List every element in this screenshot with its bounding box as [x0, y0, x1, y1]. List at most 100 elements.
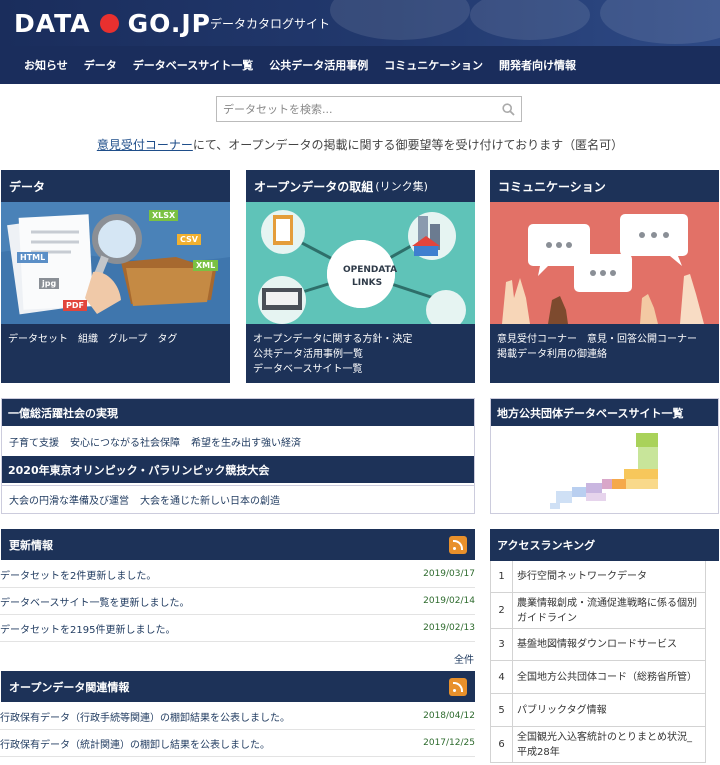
- ranking-number: 3: [491, 629, 513, 660]
- news-row[interactable]: データセットを2195件更新しました。 2019/02/13: [0, 615, 475, 642]
- news-row-text[interactable]: データセットを2195件更新しました。: [0, 621, 175, 636]
- ranking-number: 4: [491, 661, 513, 693]
- news-row-date: 2017/12/25: [423, 738, 475, 748]
- local-db-box: 地方公共団体データベースサイト一覧: [490, 398, 719, 514]
- card-opendata-links: オープンデータに関する方針・決定 公共データ活用事例一覧 データベースサイト一覧: [253, 332, 471, 377]
- nav-item-data[interactable]: データ: [84, 57, 117, 73]
- ranking-label[interactable]: 全国地方公共団体コード（総務省所管）: [513, 661, 705, 693]
- header-cloud: [470, 0, 590, 40]
- badge-csv: CSV: [177, 234, 201, 245]
- ranking-label[interactable]: 歩行空間ネットワークデータ: [513, 561, 705, 592]
- link-strong-economy[interactable]: 希望を生み出す強い経済: [191, 434, 301, 449]
- ranking-label[interactable]: 全国観光入込客統計のとりまとめ状況_平成28年: [513, 727, 705, 762]
- ranking-label[interactable]: パブリックタグ情報: [513, 694, 705, 726]
- nav-item-usecases[interactable]: 公共データ活用事例: [269, 57, 368, 73]
- card-communication-title[interactable]: コミュニケーション: [490, 170, 719, 202]
- link-feedback-answers[interactable]: 意見・回答公開コーナー: [587, 334, 697, 345]
- ranking-row[interactable]: 6 全国観光入込客統計のとりまとめ状況_平成28年: [490, 727, 706, 763]
- card-communication-links: 意見受付コーナー 意見・回答公開コーナー 掲載データ利用の御連絡: [497, 332, 715, 362]
- feedback-notice: 意見受付コーナーにて、オープンデータの掲載に関する御要望等を受け付けております（…: [0, 136, 720, 153]
- updates-all-link[interactable]: 全件: [454, 651, 474, 666]
- ranking-row[interactable]: 3 基盤地図情報ダウンロードサービス: [490, 629, 706, 661]
- badge-jpg: jpg: [39, 278, 60, 289]
- communication-illustration[interactable]: [490, 202, 719, 324]
- link-feedback-corner[interactable]: 意見受付コーナー: [497, 334, 577, 345]
- card-data: データ XLSX CSV XML HTML jpg PDF データセット 組織 グル…: [1, 170, 230, 383]
- ranking-number: 1: [491, 561, 513, 592]
- link-organizations[interactable]: 組織: [78, 334, 98, 345]
- site-logo[interactable]: DATA GO.JP: [14, 8, 211, 38]
- news-row-date: 2019/02/13: [423, 623, 475, 633]
- news-row-text[interactable]: 行政保有データ（統計関連）の棚卸し結果を公表しました。: [0, 736, 270, 751]
- link-opendata-policy[interactable]: オープンデータに関する方針・決定: [253, 332, 471, 347]
- badge-xml: XML: [193, 260, 219, 271]
- logo-text-left: DATA: [14, 8, 91, 38]
- ranking-row[interactable]: 1 歩行空間ネットワークデータ: [490, 561, 706, 593]
- ranking-number: 6: [491, 727, 513, 762]
- ranking-row[interactable]: 4 全国地方公共団体コード（総務省所管）: [490, 661, 706, 694]
- link-childcare[interactable]: 子育て支援: [9, 434, 59, 449]
- card-communication: コミュニケーション 意見受付コーナー 意見・回答公開コーナー 掲載データ利用の御連…: [490, 170, 719, 383]
- japan-map-icon[interactable]: [546, 431, 666, 511]
- card-data-links: データセット 組織 グループ タグ: [8, 332, 226, 347]
- search-input[interactable]: [223, 102, 502, 116]
- news-row-text[interactable]: データセットを2件更新しました。: [0, 567, 156, 582]
- news-row-date: 2018/04/12: [423, 711, 475, 721]
- nav-item-news[interactable]: お知らせ: [24, 57, 68, 73]
- link-social-security[interactable]: 安心につながる社会保障: [70, 434, 180, 449]
- nav-item-communication[interactable]: コミュニケーション: [384, 57, 483, 73]
- link-database-site-list[interactable]: データベースサイト一覧: [253, 362, 471, 377]
- news-row[interactable]: データベースサイト一覧を更新しました。 2019/02/14: [0, 588, 475, 615]
- logo-text-right: GO.JP: [127, 8, 211, 38]
- header-cloud: [600, 0, 720, 44]
- ranking-row[interactable]: 5 パブリックタグ情報: [490, 694, 706, 727]
- site-tagline: データカタログサイト: [210, 17, 331, 31]
- related-title[interactable]: オープンデータ関連情報: [1, 671, 475, 702]
- dataset-search-box: [216, 96, 522, 122]
- ranking-number: 2: [491, 593, 513, 628]
- rss-icon[interactable]: [449, 678, 467, 696]
- link-usecase-list[interactable]: 公共データ活用事例一覧: [253, 347, 471, 362]
- rss-icon[interactable]: [449, 536, 467, 554]
- card-data-title[interactable]: データ: [1, 170, 230, 202]
- news-row[interactable]: 行政保有データ（統計関連）の棚卸し結果を公表しました。 2017/12/25: [0, 730, 475, 757]
- ranking-label[interactable]: 農業情報創成・流通促進戦略に係る個別ガイドライン: [513, 593, 705, 628]
- link-data-usage-contact[interactable]: 掲載データ利用の御連絡: [497, 349, 607, 360]
- link-tags[interactable]: タグ: [157, 334, 177, 345]
- search-icon[interactable]: [502, 102, 515, 116]
- ranking-row[interactable]: 2 農業情報創成・流通促進戦略に係る個別ガイドライン: [490, 593, 706, 629]
- policy-themes-box: 一億総活躍社会の実現 子育て支援 安心につながる社会保障 希望を生み出す強い経済 2…: [1, 398, 475, 486]
- opendata-illustration[interactable]: OPENDATA LINKS: [246, 202, 475, 324]
- feedback-corner-link[interactable]: 意見受付コーナー: [97, 138, 193, 152]
- site-header: DATA GO.JP データカタログサイト: [0, 0, 720, 46]
- data-illustration[interactable]: XLSX CSV XML HTML jpg PDF: [1, 202, 230, 324]
- updates-title[interactable]: 更新情報: [1, 529, 475, 560]
- nav-item-developers[interactable]: 開発者向け情報: [499, 57, 576, 73]
- link-games-preparation[interactable]: 大会の円滑な準備及び運営: [9, 492, 129, 507]
- ranking-number: 5: [491, 694, 513, 726]
- card-opendata-title[interactable]: オープンデータの取組 (リンク集): [246, 170, 475, 202]
- ranking-title[interactable]: アクセスランキング: [490, 529, 719, 561]
- olympics-title[interactable]: 2020年東京オリンピック・パラリンピック競技大会: [2, 456, 474, 483]
- society-title[interactable]: 一億総活躍社会の実現: [2, 399, 474, 426]
- badge-pdf: PDF: [63, 300, 87, 311]
- card-opendata-title-text: オープンデータの取組: [254, 179, 374, 194]
- updates-title-text: 更新情報: [9, 538, 53, 552]
- news-row[interactable]: 行政保有データ（行政手続等関連）の棚卸結果を公表しました。 2018/04/12: [0, 703, 475, 730]
- link-new-japan[interactable]: 大会を通じた新しい日本の創造: [140, 492, 280, 507]
- badge-html: HTML: [17, 252, 49, 263]
- local-db-title[interactable]: 地方公共団体データベースサイト一覧: [491, 399, 718, 426]
- ranking-label[interactable]: 基盤地図情報ダウンロードサービス: [513, 629, 705, 660]
- link-datasets[interactable]: データセット: [8, 334, 68, 345]
- olympics-links: 大会の円滑な準備及び運営 大会を通じた新しい日本の創造: [1, 486, 475, 514]
- opendata-center-line1: OPENDATA: [343, 265, 398, 275]
- news-row-text[interactable]: 行政保有データ（行政手続等関連）の棚卸結果を公表しました。: [0, 709, 290, 724]
- nav-item-database-sites[interactable]: データベースサイト一覧: [133, 57, 253, 73]
- card-opendata-title-sub: (リンク集): [375, 180, 428, 193]
- news-row-text[interactable]: データベースサイト一覧を更新しました。: [0, 594, 190, 609]
- related-title-text: オープンデータ関連情報: [9, 680, 130, 694]
- news-row-date: 2019/02/14: [423, 596, 475, 606]
- news-row[interactable]: データセットを2件更新しました。 2019/03/17: [0, 561, 475, 588]
- society-links: 子育て支援 安心につながる社会保障 希望を生み出す強い経済: [2, 426, 474, 456]
- link-groups[interactable]: グループ: [108, 334, 147, 345]
